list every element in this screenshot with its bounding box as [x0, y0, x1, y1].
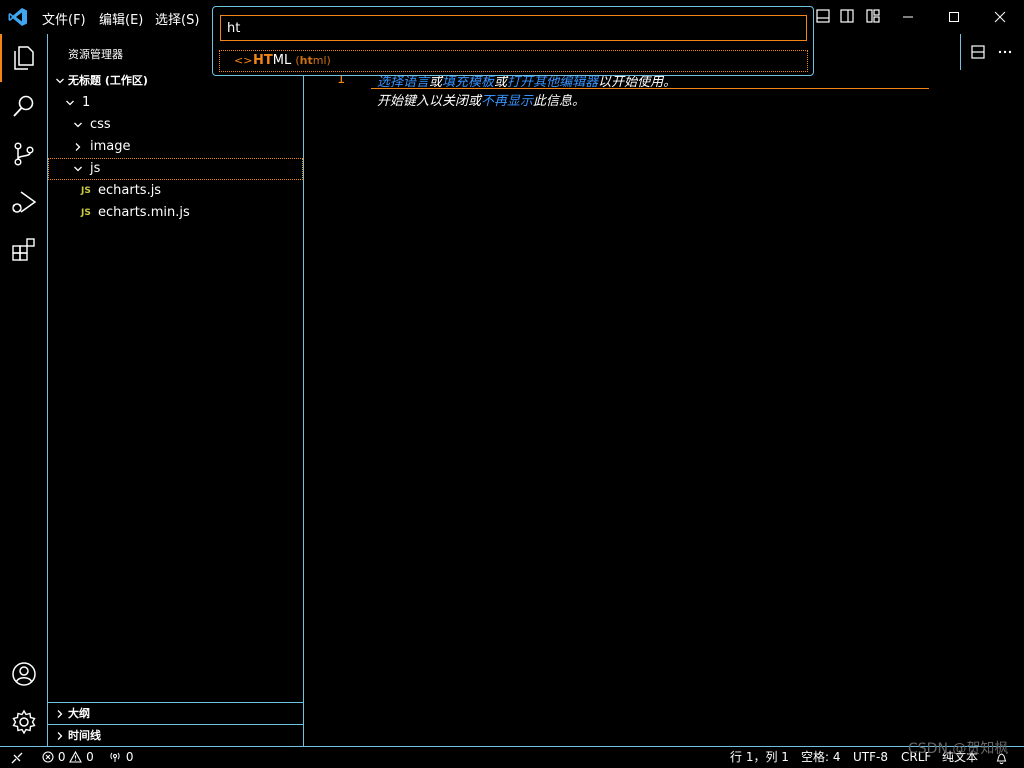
quick-pick-input[interactable] [220, 15, 807, 41]
tree-label: image [90, 139, 131, 154]
indentation[interactable]: 空格: 4 [801, 747, 841, 768]
toggle-panel-icon[interactable] [840, 8, 854, 24]
open-other-editor-link[interactable]: 打开其他编辑器 [507, 75, 598, 90]
outline-section[interactable]: 大纲 [48, 702, 303, 724]
timeline-label: 时间线 [68, 729, 101, 742]
editor-actions [960, 34, 1024, 70]
explorer-icon[interactable] [10, 44, 38, 72]
tree-label: css [90, 117, 111, 132]
tree-file-echarts-js[interactable]: JS echarts.js [48, 180, 303, 202]
tree-label: echarts.js [98, 183, 162, 198]
remote-icon[interactable] [10, 751, 24, 765]
tree-file-echarts-min-js[interactable]: JS echarts.min.js [48, 202, 303, 224]
hint-text: 开始键入以关闭或 [377, 94, 482, 109]
customize-layout-icon[interactable] [866, 8, 880, 24]
select-language-link[interactable]: 选择语言 [377, 75, 429, 90]
editor-hint-line-2: 开始键入以关闭或不再显示此信息。 [377, 90, 585, 109]
quick-pick-item-desc: (html) [295, 54, 331, 67]
sidebar-title: 资源管理器 [68, 48, 123, 61]
chevron-down-icon [70, 158, 86, 180]
chevron-right-icon [52, 703, 68, 725]
tree-label: echarts.min.js [98, 205, 190, 220]
menu-selection[interactable]: 选择(S) [155, 9, 199, 28]
hint-text: 或 [429, 75, 443, 90]
menu-edit[interactable]: 编辑(E) [99, 9, 143, 28]
tree-label: js [90, 161, 101, 176]
status-bar: 0 0 0 行 1，列 1 空格: 4 UTF-8 CRLF 纯文本 [0, 746, 1024, 768]
accounts-icon[interactable] [10, 660, 38, 688]
broadcast-icon [110, 752, 120, 762]
toggle-primary-sidebar-icon[interactable] [816, 8, 830, 24]
warning-icon [69, 750, 83, 763]
outline-label: 大纲 [68, 707, 90, 720]
chevron-down-icon [70, 114, 86, 136]
minimize-icon [903, 16, 913, 18]
ports-indicator[interactable]: 0 [108, 747, 133, 768]
tree-folder-js[interactable]: js [48, 158, 303, 180]
chevron-down-icon [62, 92, 78, 114]
run-debug-icon[interactable] [10, 188, 38, 216]
gear-icon[interactable] [10, 708, 38, 736]
minimize-button[interactable] [885, 0, 931, 34]
problems-indicator[interactable]: 0 0 [42, 747, 94, 768]
code-icon: <> [234, 54, 253, 67]
editor-area[interactable]: 1 选择语言或填充模板或打开其他编辑器以开始使用。 开始键入以关闭或不再显示此信… [305, 34, 1024, 746]
quick-pick-item-html[interactable]: <> HTML (html) [219, 50, 808, 72]
maximize-button[interactable] [931, 0, 977, 34]
chevron-right-icon [70, 136, 86, 158]
encoding[interactable]: UTF-8 [853, 747, 888, 768]
js-file-icon: JS [81, 208, 91, 218]
workspace-label: 无标题 (工作区) [68, 74, 148, 87]
search-icon[interactable] [10, 92, 38, 120]
timeline-section[interactable]: 时间线 [48, 724, 303, 746]
hint-text: 以开始使用。 [598, 75, 677, 90]
maximize-icon [949, 12, 959, 22]
tree-label: 1 [82, 95, 91, 110]
chevron-down-icon [52, 70, 68, 92]
activity-bar [0, 34, 48, 746]
error-icon [42, 751, 54, 763]
js-file-icon: JS [81, 186, 91, 196]
active-indicator [0, 34, 2, 82]
language-quick-pick: <> HTML (html) [212, 6, 814, 76]
tree-folder-css[interactable]: css [48, 114, 303, 136]
vscode-logo-icon [8, 8, 27, 26]
extensions-icon[interactable] [10, 236, 38, 264]
chevron-right-icon [52, 725, 68, 747]
watermark: CSDN @贺知枫 [908, 741, 1009, 757]
close-window-button[interactable] [977, 0, 1023, 34]
fill-template-link[interactable]: 填充模板 [442, 75, 494, 90]
source-control-icon[interactable] [10, 140, 38, 168]
menu-file[interactable]: 文件(F) [42, 9, 86, 28]
explorer-sidebar: 资源管理器 无标题 (工作区) 1 css image js JS echart… [48, 34, 304, 746]
split-editor-icon[interactable] [971, 45, 985, 59]
hint-text: 此信息。 [533, 94, 586, 109]
close-icon [994, 11, 1006, 23]
more-actions-icon[interactable] [997, 45, 1013, 59]
tree-folder-image[interactable]: image [48, 136, 303, 158]
quick-pick-item-label: HTML (html) [253, 53, 331, 68]
hint-text: 或 [494, 75, 508, 90]
tree-folder-root[interactable]: 1 [48, 92, 303, 114]
dont-show-again-link[interactable]: 不再显示 [481, 94, 533, 109]
cursor-position[interactable]: 行 1，列 1 [730, 747, 789, 768]
